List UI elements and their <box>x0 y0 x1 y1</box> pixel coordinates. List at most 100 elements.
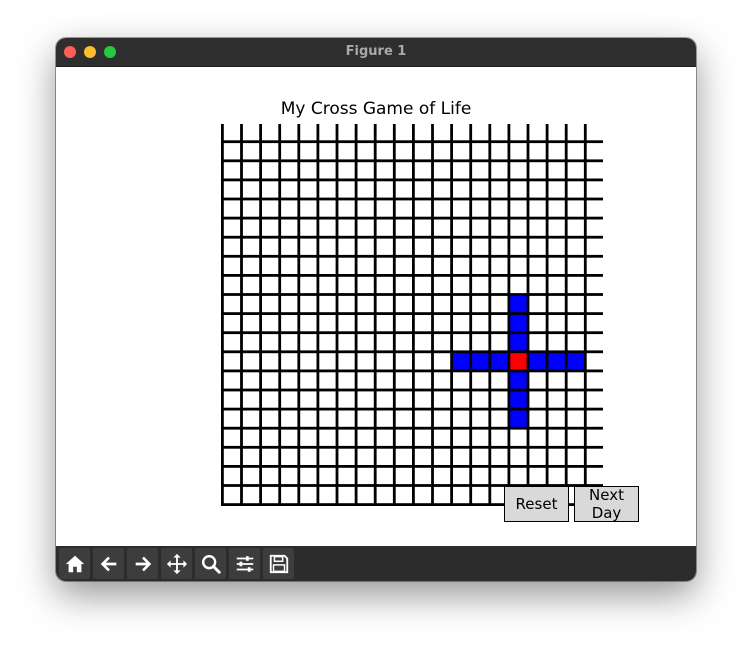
board-cell[interactable] <box>529 276 546 294</box>
board-cell[interactable] <box>395 410 412 427</box>
board-cell[interactable] <box>529 181 546 198</box>
board-cell[interactable] <box>491 162 508 179</box>
board-cell[interactable] <box>338 486 355 504</box>
board-cell[interactable] <box>300 467 317 485</box>
board-cell[interactable] <box>242 429 260 446</box>
board-cell[interactable] <box>319 276 336 294</box>
board-cell[interactable] <box>414 353 432 370</box>
board-cell[interactable] <box>319 448 336 465</box>
board-cell[interactable] <box>433 467 451 485</box>
board-cell[interactable] <box>338 410 355 427</box>
board-cell[interactable] <box>586 238 603 255</box>
board-cell[interactable] <box>338 334 355 351</box>
board-cell[interactable] <box>357 334 374 351</box>
board-cell[interactable] <box>357 276 374 294</box>
board-cell[interactable] <box>586 372 603 389</box>
board-cell[interactable] <box>300 257 317 274</box>
board-cell[interactable] <box>453 143 470 160</box>
board-cell[interactable] <box>357 372 374 389</box>
board-cell[interactable] <box>548 315 565 332</box>
board-cell-live[interactable] <box>510 295 527 313</box>
board-cell[interactable] <box>472 124 489 141</box>
board-cell[interactable] <box>529 391 546 408</box>
board-cell[interactable] <box>453 467 470 485</box>
board-cell[interactable] <box>357 257 374 274</box>
board-cell[interactable] <box>357 467 374 485</box>
board-cell-live[interactable] <box>453 353 470 370</box>
board-cell[interactable] <box>453 181 470 198</box>
board-cell[interactable] <box>376 295 393 313</box>
board-cell[interactable] <box>319 219 336 236</box>
board-cell[interactable] <box>567 143 584 160</box>
board-cell[interactable] <box>453 276 470 294</box>
board-cell[interactable] <box>300 410 317 427</box>
board-cell[interactable] <box>491 276 508 294</box>
board-cell[interactable] <box>529 315 546 332</box>
board-cell[interactable] <box>395 181 412 198</box>
board-cell[interactable] <box>242 124 260 141</box>
board-cell[interactable] <box>453 124 470 141</box>
board-cell[interactable] <box>357 238 374 255</box>
board-cell[interactable] <box>567 410 584 427</box>
board-cell[interactable] <box>376 486 393 504</box>
board-cell[interactable] <box>262 295 279 313</box>
board-cell[interactable] <box>453 238 470 255</box>
board-cell[interactable] <box>242 486 260 504</box>
board-cell[interactable] <box>548 143 565 160</box>
board-cell[interactable] <box>223 372 241 389</box>
board-cell[interactable] <box>319 410 336 427</box>
board-cell[interactable] <box>472 315 489 332</box>
board-cell[interactable] <box>567 238 584 255</box>
board-cell[interactable] <box>586 124 603 141</box>
board-cell[interactable] <box>300 448 317 465</box>
board-cell[interactable] <box>414 276 432 294</box>
board-cell[interactable] <box>242 448 260 465</box>
board-cell[interactable] <box>433 162 451 179</box>
board-cell[interactable] <box>414 429 432 446</box>
board-cell[interactable] <box>262 334 279 351</box>
board-cell-live[interactable] <box>567 353 584 370</box>
board-cell[interactable] <box>586 334 603 351</box>
board-cell[interactable] <box>262 391 279 408</box>
board-cell[interactable] <box>338 353 355 370</box>
board-cell[interactable] <box>300 124 317 141</box>
board-cell[interactable] <box>338 276 355 294</box>
board-cell[interactable] <box>338 315 355 332</box>
board-cell[interactable] <box>338 143 355 160</box>
game-board[interactable] <box>221 124 603 506</box>
board-cell[interactable] <box>472 295 489 313</box>
board-cell[interactable] <box>281 486 298 504</box>
board-cell[interactable] <box>357 315 374 332</box>
board-cell[interactable] <box>262 410 279 427</box>
board-cell[interactable] <box>300 181 317 198</box>
board-cell[interactable] <box>453 200 470 217</box>
board-cell[interactable] <box>529 124 546 141</box>
board-cell[interactable] <box>300 372 317 389</box>
board-cell[interactable] <box>414 467 432 485</box>
board-cell[interactable] <box>281 181 298 198</box>
board-cell[interactable] <box>567 181 584 198</box>
board-cell[interactable] <box>395 295 412 313</box>
board-cell[interactable] <box>472 143 489 160</box>
board-cell[interactable] <box>338 391 355 408</box>
board-cell[interactable] <box>433 334 451 351</box>
board-cell[interactable] <box>433 181 451 198</box>
board-cell[interactable] <box>472 448 489 465</box>
board-cell[interactable] <box>414 200 432 217</box>
board-cell[interactable] <box>472 486 489 504</box>
board-cell[interactable] <box>376 353 393 370</box>
board-cell[interactable] <box>319 295 336 313</box>
board-cell[interactable] <box>510 467 527 485</box>
board-cell[interactable] <box>453 219 470 236</box>
board-cell[interactable] <box>338 181 355 198</box>
board-cell[interactable] <box>281 295 298 313</box>
board-cell[interactable] <box>548 448 565 465</box>
board-cell[interactable] <box>395 257 412 274</box>
board-cell[interactable] <box>262 200 279 217</box>
board-cell[interactable] <box>491 467 508 485</box>
board-cell[interactable] <box>453 334 470 351</box>
board-cell[interactable] <box>262 257 279 274</box>
board-cell[interactable] <box>338 200 355 217</box>
board-cell[interactable] <box>357 219 374 236</box>
board-cell[interactable] <box>548 467 565 485</box>
